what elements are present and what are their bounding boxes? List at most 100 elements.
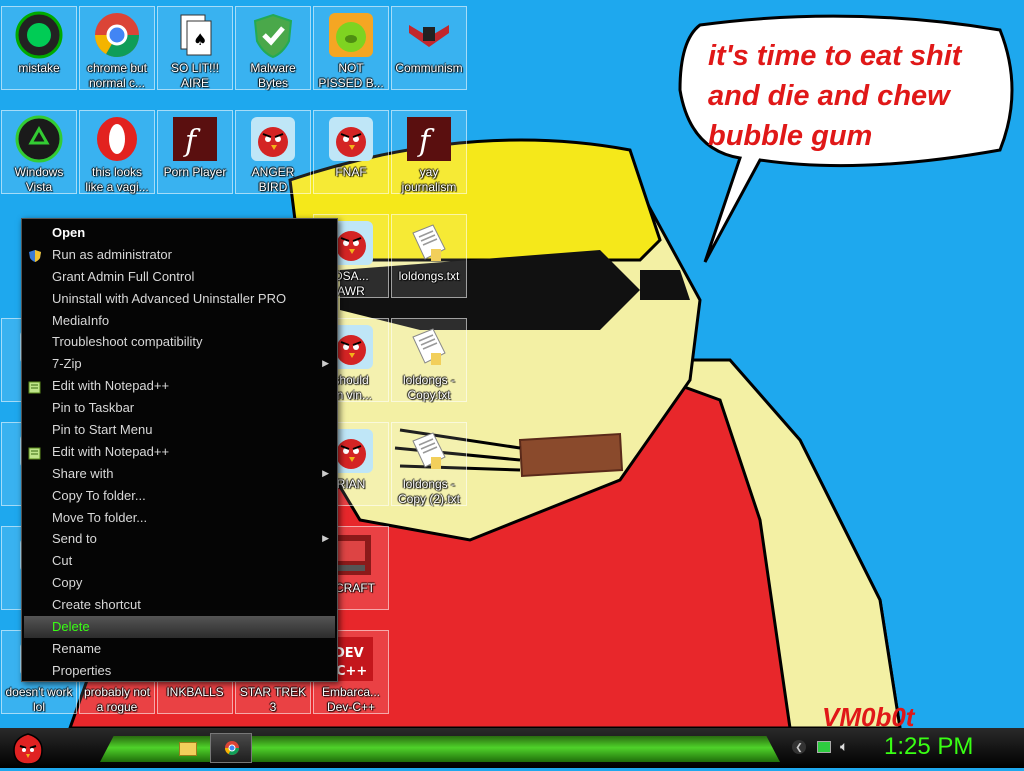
menu-item-label: Move To folder... <box>52 509 148 525</box>
menu-item-label: Troubleshoot compatibility <box>52 334 203 350</box>
desktop-icon[interactable]: this looks like a vagi... <box>79 110 155 194</box>
menu-item-edit-with-notepad[interactable]: Edit with Notepad++ <box>22 375 337 397</box>
menu-item-label: Edit with Notepad++ <box>52 443 170 459</box>
menu-item-send-to[interactable]: Send to ▶ <box>22 528 337 550</box>
desktop-icon-label: SO LIT!!! AIRE <box>170 61 219 90</box>
text-file-icon <box>405 323 453 371</box>
speech-bubble-text: it's time to eat shit and die and chew b… <box>708 40 962 152</box>
desktop-icon-label: probably not a rogue <box>83 685 151 714</box>
menu-item-7-zip[interactable]: 7-Zip ▶ <box>22 353 337 375</box>
desktop-icon-label: mistake <box>18 61 60 75</box>
submenu-arrow-icon: ▶ <box>322 533 329 544</box>
desktop-icon-label: FNAF <box>335 165 367 179</box>
desktop-icon-label: Porn Player <box>163 165 227 179</box>
desktop-icon[interactable]: FNAF <box>313 110 389 194</box>
desktop-icon-label: STAR TREK 3 <box>239 685 307 714</box>
folder-icon <box>179 742 197 756</box>
desktop-icon[interactable]: ♠ SO LIT!!! AIRE <box>157 6 233 90</box>
uac-shield-icon <box>28 248 42 262</box>
context-menu: Open Run as administrator Grant Admin Full… <box>21 218 338 682</box>
desktop-icon-label: chrome but normal c... <box>86 61 148 90</box>
desktop-icon-label: yay journalism <box>401 165 457 194</box>
tray-chevron-icon[interactable]: ❮ <box>792 740 806 754</box>
desktop-icon[interactable]: mistake <box>1 6 77 90</box>
chrome-icon <box>93 11 141 59</box>
desktop-icon[interactable]: loldongs - Copy.txt <box>391 318 467 402</box>
taskbar-folder-button[interactable] <box>172 736 202 760</box>
desktop-icon[interactable]: loldongs - Copy (2).txt <box>391 422 467 506</box>
menu-item-rename[interactable]: Rename <box>22 638 337 660</box>
menu-item-create-shortcut[interactable]: Create shortcut <box>22 594 337 616</box>
desktop-icon-label: loldongs - Copy (2).txt <box>397 477 460 506</box>
taskbar-clock[interactable]: 1:25 PM <box>884 733 973 761</box>
desktop-icon[interactable]: loldongs.txt <box>391 214 467 298</box>
volume-icon[interactable]: 🔈︎ <box>840 738 848 755</box>
taskbar: ❮ 🔈︎ <box>0 728 1024 768</box>
desktop-icon-label: Communism <box>395 61 463 75</box>
recycle-icon <box>15 115 63 163</box>
desktop-icon-label: this looks like a vagi... <box>85 165 149 194</box>
menu-item-label: Create shortcut <box>52 597 141 613</box>
menu-item-copy[interactable]: Copy <box>22 572 337 594</box>
menu-item-label: Properties <box>52 662 112 678</box>
menu-item-label: Copy To folder... <box>52 487 146 503</box>
desktop-icon[interactable]: chrome but normal c... <box>79 6 155 90</box>
emblem-icon <box>405 11 453 59</box>
text-file-icon <box>405 219 453 267</box>
menu-item-label: Edit with Notepad++ <box>52 378 170 394</box>
menu-item-delete[interactable]: Delete <box>24 616 335 638</box>
desktop-icon-label: INKBALLS <box>166 685 224 699</box>
desktop-icon-label: NOT PISSED B... <box>318 61 384 90</box>
submenu-arrow-icon: ▶ <box>322 358 329 369</box>
flash-icon: f <box>171 115 219 163</box>
menu-item-uninstall-with-advanced-uninstaller-pro[interactable]: Uninstall with Advanced Uninstaller PRO <box>22 288 337 310</box>
svg-text:DEV: DEV <box>334 646 364 661</box>
menu-item-move-to-folder[interactable]: Move To folder... <box>22 507 337 529</box>
menu-item-troubleshoot-compatibility[interactable]: Troubleshoot compatibility <box>22 331 337 353</box>
menu-item-label: Share with <box>52 465 114 481</box>
taskbar-chrome-button[interactable] <box>210 733 252 763</box>
menu-item-label: Copy <box>52 575 83 591</box>
shield-icon <box>249 11 297 59</box>
start-button[interactable] <box>8 730 48 766</box>
menu-item-label: Open <box>52 225 86 240</box>
network-icon[interactable] <box>817 741 831 753</box>
desktop-icon[interactable]: f Porn Player <box>157 110 233 194</box>
menu-item-label: Delete <box>52 619 90 635</box>
notepadpp-icon <box>28 445 42 460</box>
menu-item-pin-to-taskbar[interactable]: Pin to Taskbar <box>22 397 337 419</box>
desktop-icon[interactable]: Malware Bytes <box>235 6 311 90</box>
green-circle-icon <box>15 11 63 59</box>
desktop-icon[interactable]: Windows Vista <box>1 110 77 194</box>
menu-item-label: Send to <box>52 531 97 547</box>
menu-item-pin-to-start-menu[interactable]: Pin to Start Menu <box>22 419 337 441</box>
text-file-icon <box>405 427 453 475</box>
menu-item-cut[interactable]: Cut <box>22 550 337 572</box>
pig-icon <box>327 11 375 59</box>
opera-icon <box>93 115 141 163</box>
chrome-icon <box>225 741 239 755</box>
notepadpp-icon <box>28 379 42 394</box>
submenu-arrow-icon: ▶ <box>322 467 329 478</box>
desktop-icon[interactable]: ANGER BIRD <box>235 110 311 194</box>
menu-item-label: Rename <box>52 640 102 656</box>
angry-bird-icon <box>249 115 297 163</box>
desktop-icon[interactable]: Communism <box>391 6 467 90</box>
menu-item-mediainfo[interactable]: MediaInfo <box>22 310 337 332</box>
menu-item-label: Uninstall with Advanced Uninstaller PRO <box>52 290 287 306</box>
desktop-icon[interactable]: NOT PISSED B... <box>313 6 389 90</box>
menu-item-grant-admin-full-control[interactable]: Grant Admin Full Control <box>22 266 337 288</box>
menu-item-label: Pin to Start Menu <box>52 422 153 438</box>
menu-item-run-as-administrator[interactable]: Run as administrator <box>22 244 337 266</box>
menu-item-label: 7-Zip <box>52 356 82 372</box>
svg-text:♠: ♠ <box>193 30 207 49</box>
desktop-icon[interactable]: f yay journalism <box>391 110 467 194</box>
menu-item-open[interactable]: Open <box>22 222 337 244</box>
menu-item-properties[interactable]: Properties <box>22 660 337 682</box>
menu-item-edit-with-notepad[interactable]: Edit with Notepad++ <box>22 441 337 463</box>
menu-item-share-with[interactable]: Share with ▶ <box>22 463 337 485</box>
menu-item-copy-to-folder[interactable]: Copy To folder... <box>22 485 337 507</box>
menu-item-label: Run as administrator <box>52 246 172 262</box>
solitaire-icon: ♠ <box>171 11 219 59</box>
flash-icon: f <box>405 115 453 163</box>
